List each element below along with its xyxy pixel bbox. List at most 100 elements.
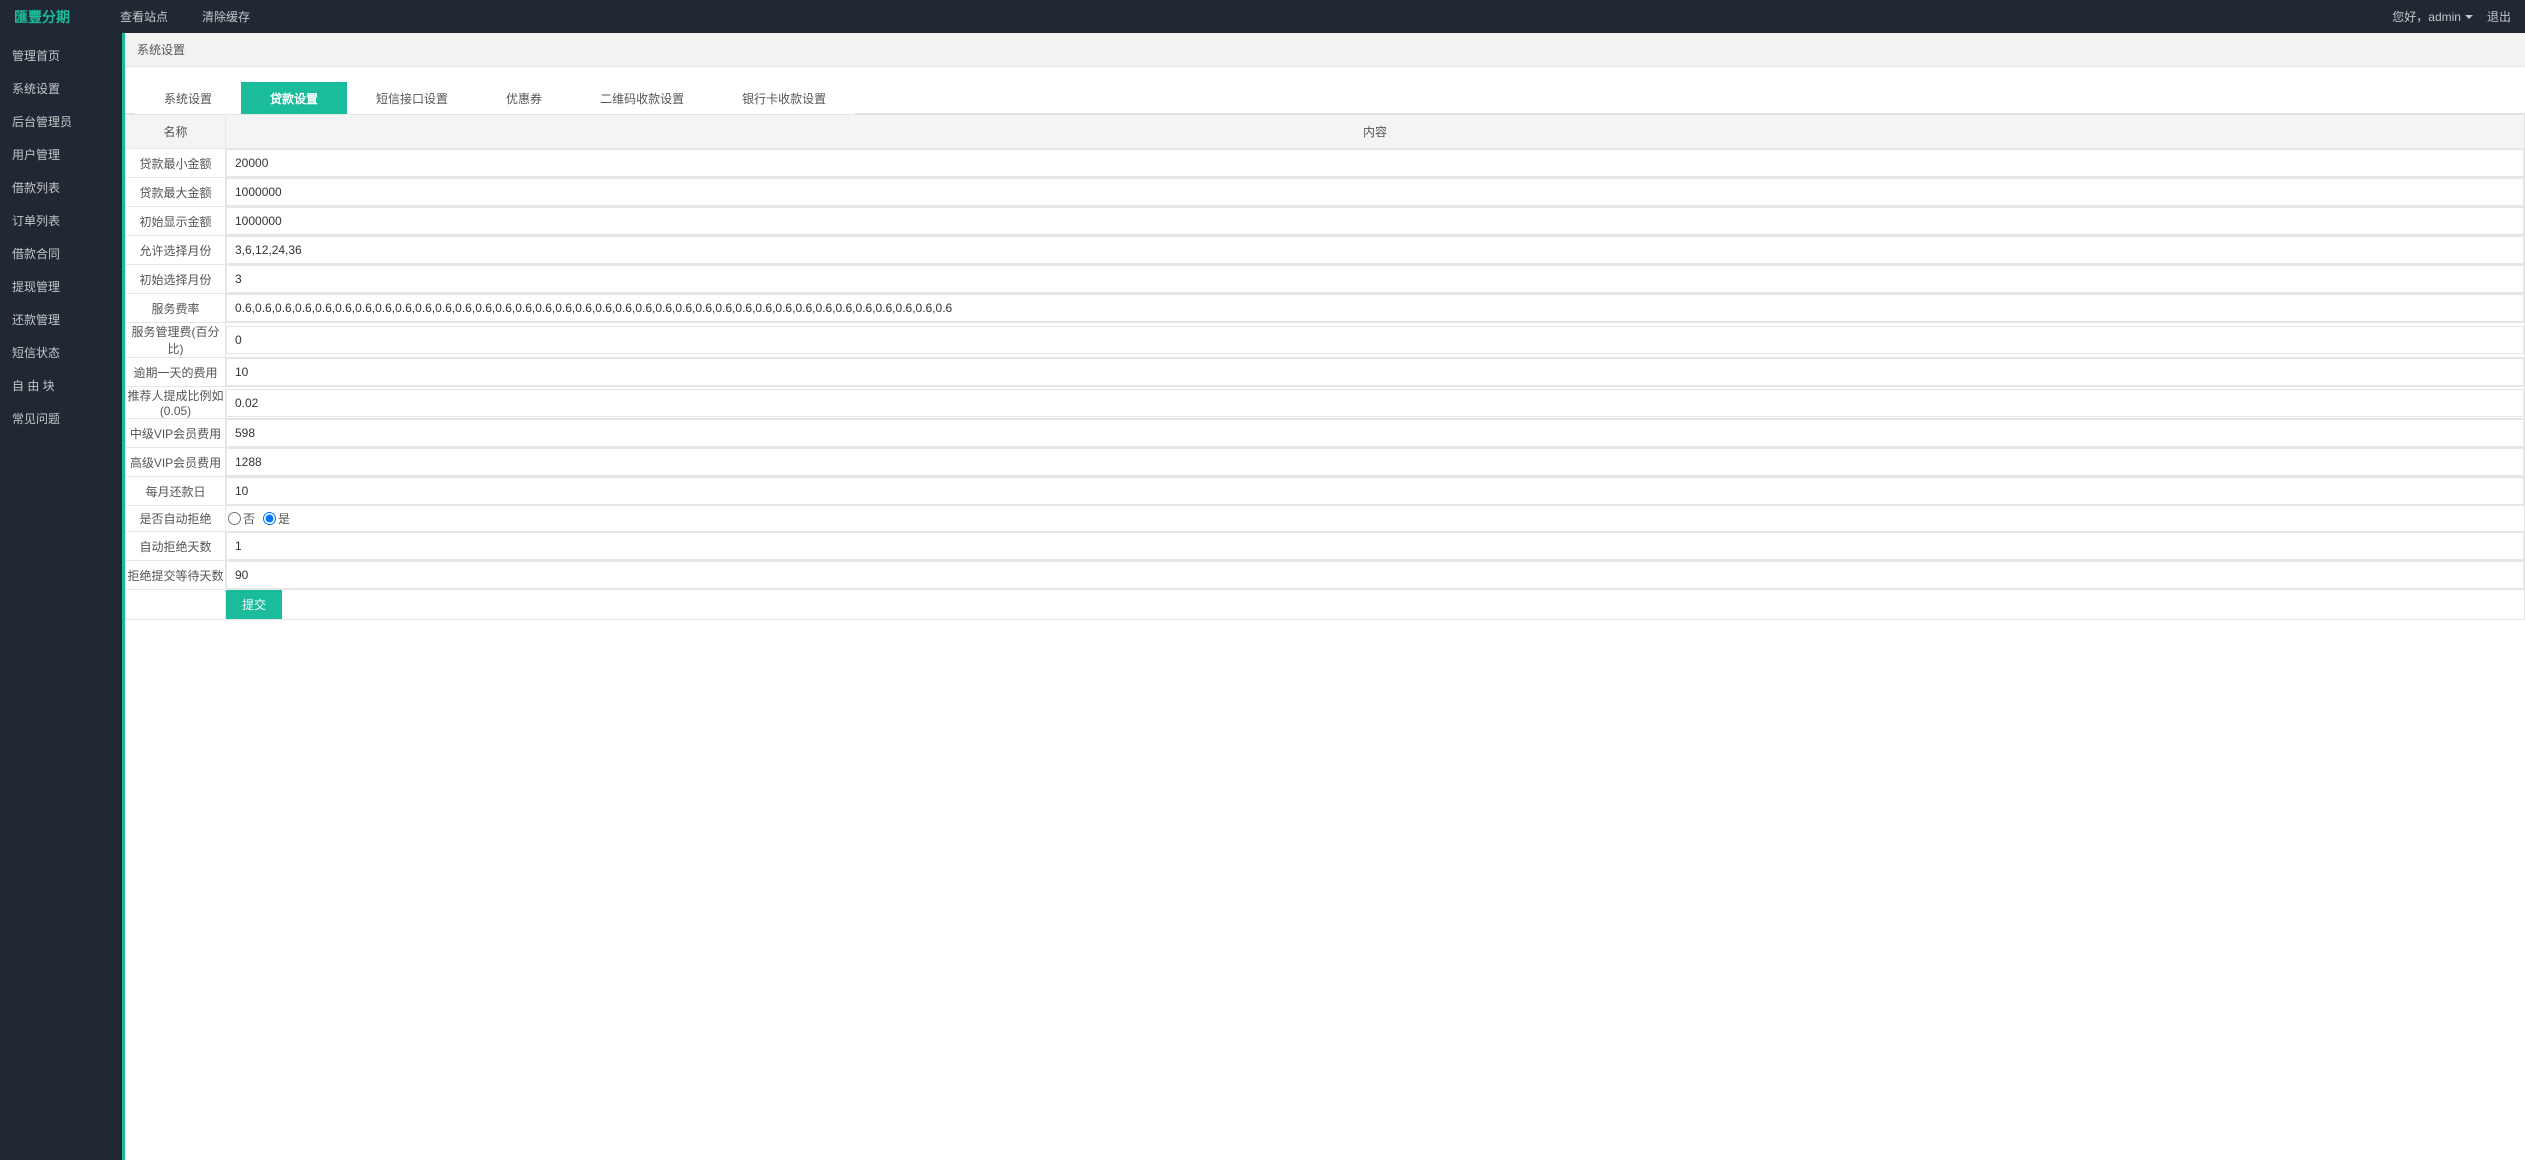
field-input-a4[interactable] [226, 265, 2524, 293]
col-header-content: 内容 [226, 115, 2525, 149]
field-cell [226, 448, 2525, 477]
field-label: 中级VIP会员费用 [126, 419, 226, 448]
table-row: 推荐人提成比例如(0.05) [126, 387, 2525, 419]
sidebar-item-1[interactable]: 系统设置 [0, 72, 122, 105]
field-cell [226, 178, 2525, 207]
table-row: 高级VIP会员费用 [126, 448, 2525, 477]
field-input-a2[interactable] [226, 207, 2524, 235]
tabs: 系统设置贷款设置短信接口设置优惠券二维码收款设置银行卡收款设置 [125, 81, 2525, 114]
field-input-a3[interactable] [226, 236, 2524, 264]
table-row: 贷款最大金额 [126, 178, 2525, 207]
table-row: 每月还款日 [126, 477, 2525, 506]
field-input-a9[interactable] [226, 419, 2524, 447]
table-row: 服务管理费(百分比) [126, 323, 2525, 358]
breadcrumb: 系统设置 [125, 33, 2525, 67]
sidebar-item-2[interactable]: 后台管理员 [0, 105, 122, 138]
table-row: 服务费率 [126, 294, 2525, 323]
user-greeting-text: 您好，admin [2392, 8, 2461, 25]
field-input-a5[interactable] [226, 294, 2524, 322]
sidebar-item-9[interactable]: 短信状态 [0, 336, 122, 369]
sidebar-item-4[interactable]: 借款列表 [0, 171, 122, 204]
sidebar-item-7[interactable]: 提现管理 [0, 270, 122, 303]
field-label: 推荐人提成比例如(0.05) [126, 387, 226, 419]
field-label: 是否自动拒绝 [126, 506, 226, 532]
field-input-a8[interactable] [226, 389, 2524, 417]
field-cell [226, 323, 2525, 358]
field-label [126, 590, 226, 620]
topbar: 匯豐分期 查看站点 清除缓存 您好，admin 退出 [0, 0, 2525, 33]
brand-logo: 匯豐分期 [14, 7, 70, 27]
settings-table: 名称 内容 贷款最小金额贷款最大金额初始显示金额允许选择月份初始选择月份服务费率… [125, 114, 2525, 620]
field-input-a1[interactable] [226, 178, 2524, 206]
top-right: 您好，admin 退出 [2392, 8, 2511, 25]
field-label: 高级VIP会员费用 [126, 448, 226, 477]
field-cell [226, 207, 2525, 236]
submit-button[interactable]: 提交 [226, 590, 282, 619]
field-cell [226, 236, 2525, 265]
field-cell [226, 265, 2525, 294]
sidebar: 管理首页系统设置后台管理员用户管理借款列表订单列表借款合同提现管理还款管理短信状… [0, 33, 122, 1160]
table-row: 初始显示金额 [126, 207, 2525, 236]
sidebar-item-3[interactable]: 用户管理 [0, 138, 122, 171]
field-label: 贷款最大金额 [126, 178, 226, 207]
sidebar-item-10[interactable]: 自 由 块 [0, 369, 122, 402]
field-label: 每月还款日 [126, 477, 226, 506]
field-input-b0[interactable] [226, 532, 2524, 560]
field-label: 逾期一天的费用 [126, 358, 226, 387]
auto-reject-no-label: 否 [243, 510, 255, 527]
auto-reject-yes-radio[interactable] [263, 512, 276, 525]
sidebar-item-0[interactable]: 管理首页 [0, 39, 122, 72]
auto-reject-no-radio[interactable] [228, 512, 241, 525]
sidebar-item-11[interactable]: 常见问题 [0, 402, 122, 435]
table-row: 初始选择月份 [126, 265, 2525, 294]
field-input-a0[interactable] [226, 149, 2524, 177]
field-label: 允许选择月份 [126, 236, 226, 265]
tab-5[interactable]: 银行卡收款设置 [713, 82, 855, 114]
tab-2[interactable]: 短信接口设置 [347, 82, 477, 114]
field-cell [226, 387, 2525, 419]
table-row: 中级VIP会员费用 [126, 419, 2525, 448]
field-cell [226, 149, 2525, 178]
field-label: 拒绝提交等待天数 [126, 561, 226, 590]
field-label: 服务费率 [126, 294, 226, 323]
submit-cell: 提交 [226, 590, 2525, 620]
field-input-b1[interactable] [226, 561, 2524, 589]
col-header-name: 名称 [126, 115, 226, 149]
view-site-link[interactable]: 查看站点 [120, 8, 168, 25]
caret-down-icon [2465, 15, 2473, 19]
tab-4[interactable]: 二维码收款设置 [571, 82, 713, 114]
auto-reject-yes-label: 是 [278, 510, 290, 527]
field-label: 服务管理费(百分比) [126, 323, 226, 358]
sidebar-item-5[interactable]: 订单列表 [0, 204, 122, 237]
field-input-a10[interactable] [226, 448, 2524, 476]
field-cell [226, 358, 2525, 387]
field-input-a11[interactable] [226, 477, 2524, 505]
field-cell [226, 477, 2525, 506]
field-cell: 否是 [226, 506, 2525, 532]
content-area: 系统设置 系统设置贷款设置短信接口设置优惠券二维码收款设置银行卡收款设置 名称 … [122, 33, 2525, 1160]
field-label: 初始显示金额 [126, 207, 226, 236]
field-label: 自动拒绝天数 [126, 532, 226, 561]
field-cell [226, 561, 2525, 590]
table-row: 提交 [126, 590, 2525, 620]
table-row: 允许选择月份 [126, 236, 2525, 265]
field-cell [226, 294, 2525, 323]
table-row: 贷款最小金额 [126, 149, 2525, 178]
tab-0[interactable]: 系统设置 [135, 82, 241, 114]
logout-link[interactable]: 退出 [2487, 8, 2511, 25]
field-label: 初始选择月份 [126, 265, 226, 294]
table-row: 拒绝提交等待天数 [126, 561, 2525, 590]
clear-cache-link[interactable]: 清除缓存 [202, 8, 250, 25]
tab-1[interactable]: 贷款设置 [241, 82, 347, 114]
table-row: 逾期一天的费用 [126, 358, 2525, 387]
user-menu[interactable]: 您好，admin [2392, 8, 2473, 25]
sidebar-item-8[interactable]: 还款管理 [0, 303, 122, 336]
table-row: 是否自动拒绝否是 [126, 506, 2525, 532]
tab-3[interactable]: 优惠券 [477, 82, 571, 114]
field-label: 贷款最小金额 [126, 149, 226, 178]
field-input-a7[interactable] [226, 358, 2524, 386]
field-input-a6[interactable] [226, 326, 2524, 354]
sidebar-item-6[interactable]: 借款合同 [0, 237, 122, 270]
field-cell [226, 532, 2525, 561]
field-cell [226, 419, 2525, 448]
